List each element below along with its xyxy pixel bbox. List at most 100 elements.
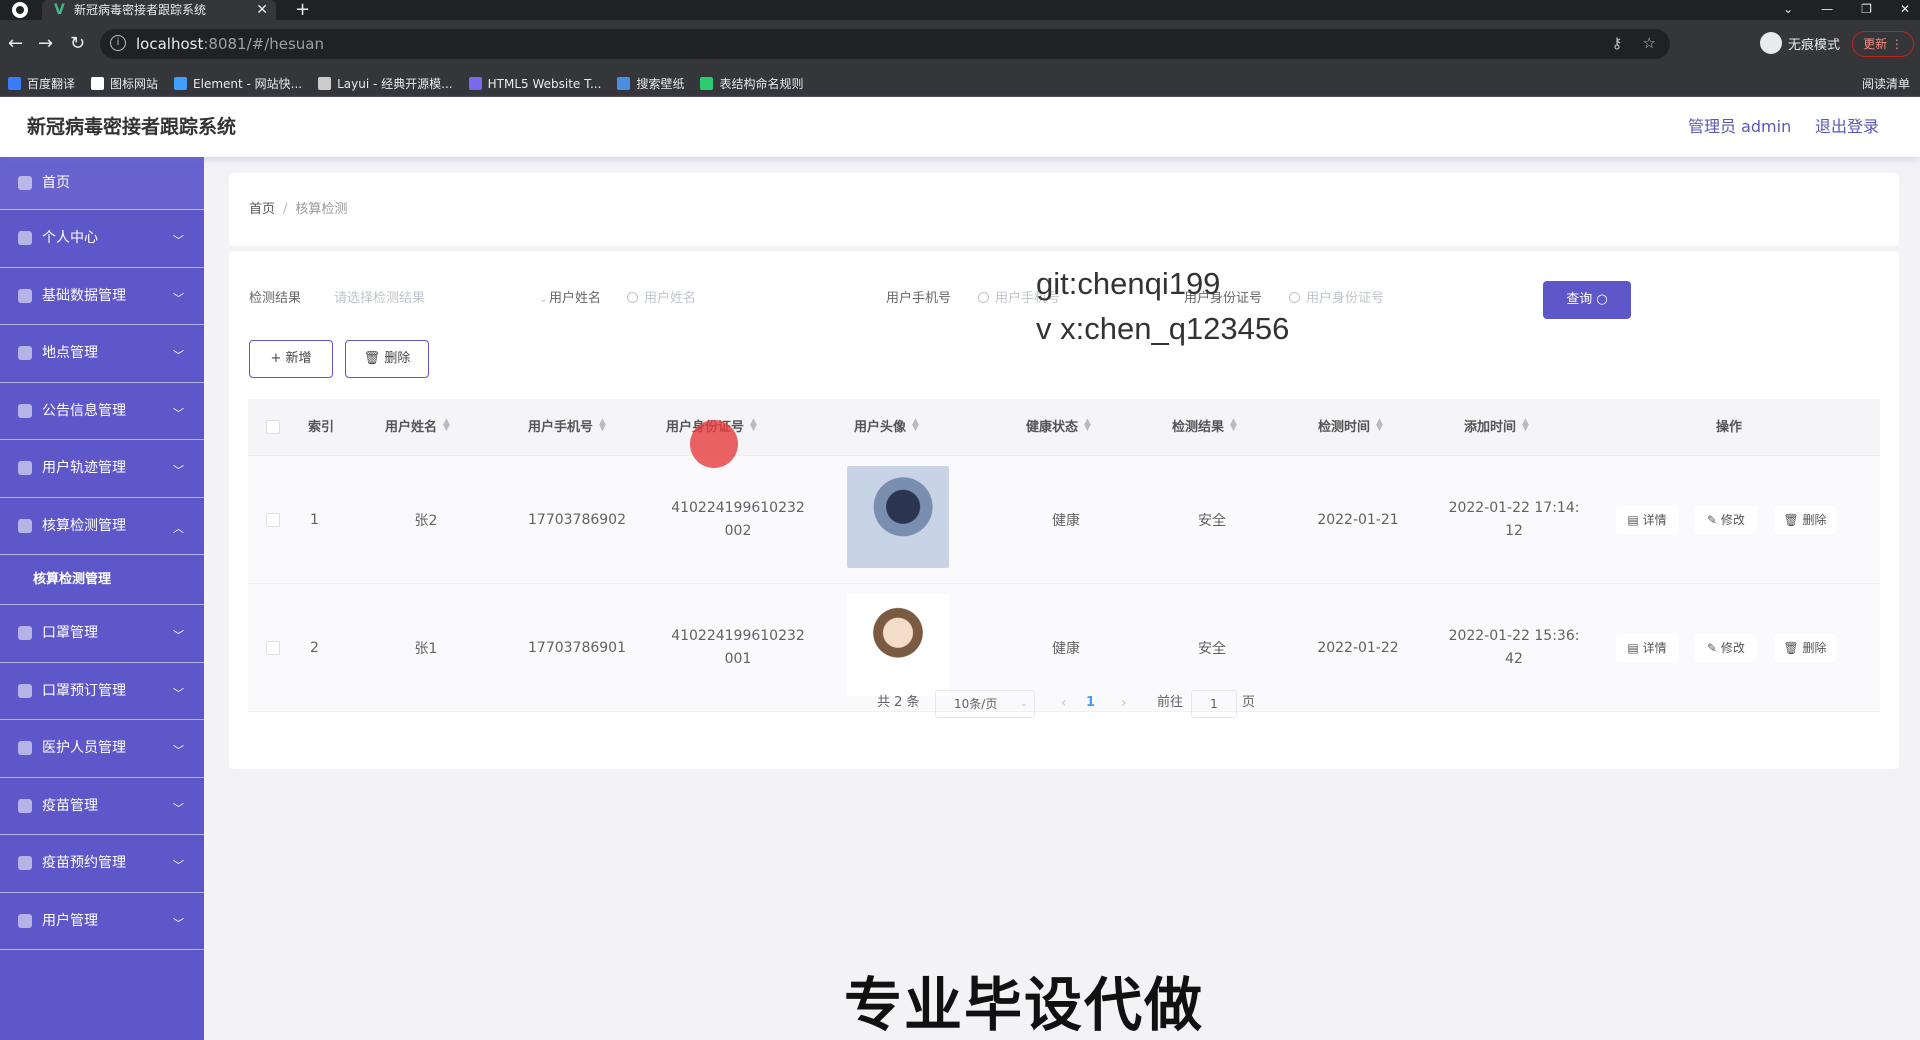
delete-button[interactable]: 🗑 删除: [345, 340, 429, 378]
sort-icon[interactable]: ▲ ▼: [443, 418, 450, 433]
delete-row-button[interactable]: 🗑 删除: [1774, 506, 1836, 534]
idcard-input[interactable]: 用户身份证号: [1289, 281, 1384, 317]
sidebar-item-10[interactable]: 医护人员管理 ﹀: [0, 720, 204, 778]
sidebar-item-label: 核算检测管理: [33, 572, 112, 587]
prev-page-icon[interactable]: ‹: [1061, 683, 1067, 723]
name-input[interactable]: 用户姓名: [627, 281, 696, 317]
sidebar-item-6[interactable]: 核算检测管理 ︿: [0, 498, 204, 555]
trash-icon: 🗑: [1783, 513, 1803, 527]
row-checkbox[interactable]: [266, 641, 280, 655]
document-icon: ▤: [1627, 641, 1643, 655]
reading-list-button[interactable]: 阅读清单: [1862, 71, 1910, 97]
site-info-icon[interactable]: i: [110, 35, 126, 51]
close-tab-icon[interactable]: ✕: [256, 0, 268, 20]
data-table: 索引 用户姓名▲▼ 用户手机号▲▼ 用户身份证号▲▼ 用户头像▲▼ 健康状态▲▼…: [248, 399, 1880, 712]
app-title: 新冠病毒密接者跟踪系统: [27, 116, 237, 138]
minimize-icon[interactable]: —: [1821, 0, 1833, 18]
sidebar-item-13[interactable]: 用户管理 ﹀: [0, 893, 204, 950]
next-page-icon[interactable]: ›: [1121, 683, 1127, 723]
chevron-down-icon: ﹀: [173, 629, 184, 643]
mask-icon: [18, 626, 32, 641]
th-avatar[interactable]: 用户头像 ▲ ▼: [854, 399, 919, 456]
goto-label: 前往: [1157, 695, 1184, 710]
query-button[interactable]: 查询 ○: [1543, 281, 1631, 319]
page-size-select[interactable]: 10条/页 ⌄: [935, 690, 1035, 718]
sort-icon[interactable]: ▲ ▼: [1084, 418, 1091, 433]
bookmark-item[interactable]: Element - 网站快...: [174, 75, 302, 92]
bookmark-item[interactable]: 表结构命名规则: [700, 75, 803, 92]
bookmark-item[interactable]: 搜索壁纸: [617, 75, 684, 92]
sort-icon[interactable]: ▲ ▼: [599, 418, 606, 433]
window-close-icon[interactable]: ✕: [1900, 0, 1910, 18]
sidebar-item-1[interactable]: 个人中心 ﹀: [0, 210, 204, 268]
sidebar-item-label: 地点管理: [42, 345, 98, 361]
reload-icon[interactable]: ↻: [70, 34, 85, 54]
th-test-time[interactable]: 检测时间 ▲ ▼: [1318, 399, 1383, 456]
sidebar-item-12[interactable]: 疫苗预约管理 ﹀: [0, 835, 204, 893]
add-button[interactable]: + 新增: [249, 340, 333, 378]
th-health[interactable]: 健康状态 ▲ ▼: [1026, 399, 1091, 456]
th-phone[interactable]: 用户手机号 ▲ ▼: [528, 399, 606, 456]
admin-label: 管理员 admin: [1688, 117, 1792, 136]
new-tab-button[interactable]: +: [295, 0, 310, 20]
edit-button[interactable]: ✎ 修改: [1695, 634, 1757, 662]
sidebar-item-9[interactable]: 口罩预订管理 ﹀: [0, 663, 204, 720]
goto-page-input[interactable]: 1: [1191, 690, 1237, 718]
th-result[interactable]: 检测结果 ▲ ▼: [1172, 399, 1237, 456]
sidebar-item-0[interactable]: 首页: [0, 157, 204, 210]
sort-icon[interactable]: ▲ ▼: [1522, 418, 1529, 433]
row-checkbox[interactable]: [266, 513, 280, 527]
sort-icon[interactable]: ▲ ▼: [750, 418, 757, 433]
user-avatar[interactable]: [847, 594, 949, 696]
current-page[interactable]: 1: [1086, 683, 1095, 723]
tab-search-icon[interactable]: ⌄: [1783, 0, 1793, 18]
delete-row-button-label: 删除: [1802, 641, 1827, 655]
update-button[interactable]: 更新 ⋮: [1852, 31, 1914, 57]
delete-row-button-label: 删除: [1802, 513, 1827, 527]
bookmark-item[interactable]: Layui - 经典开源模...: [318, 75, 453, 92]
flag-icon: [18, 518, 32, 533]
incognito-badge[interactable]: 无痕模式: [1760, 32, 1840, 54]
th-name[interactable]: 用户姓名 ▲ ▼: [385, 399, 450, 456]
restore-icon[interactable]: ❐: [1861, 0, 1872, 18]
bookmark-item[interactable]: 图标网站: [91, 75, 158, 92]
sidebar-item-label: 疫苗预约管理: [42, 855, 126, 871]
detail-button[interactable]: ▤ 详情: [1616, 634, 1678, 662]
browser-tab[interactable]: V 新冠病毒密接者跟踪系统 ✕: [42, 0, 276, 20]
key-icon[interactable]: ⚷: [1612, 34, 1623, 52]
tab-bar: V 新冠病毒密接者跟踪系统 ✕ + ⌄ — ❐ ✕: [0, 0, 1920, 20]
cell-add-time-line: 2022-01-22 17:14:: [1448, 500, 1580, 516]
sort-icon[interactable]: ▲ ▼: [1376, 418, 1383, 433]
edit-button[interactable]: ✎ 修改: [1695, 506, 1757, 534]
sidebar-item-2[interactable]: 基础数据管理 ﹀: [0, 268, 204, 325]
breadcrumb-home[interactable]: 首页: [249, 202, 275, 217]
chevron-down-icon: ﹀: [173, 349, 184, 363]
sidebar-subitem-hesuan[interactable]: 核算检测管理: [0, 555, 204, 605]
delete-row-button[interactable]: 🗑 删除: [1774, 634, 1836, 662]
sidebar-item-11[interactable]: 疫苗管理 ﹀: [0, 778, 204, 835]
sort-icon[interactable]: ▲ ▼: [912, 418, 919, 433]
address-bar[interactable]: i localhost:8081/#/hesuan ⚷ ☆: [100, 29, 1670, 59]
logout-link[interactable]: 退出登录: [1815, 97, 1879, 157]
url-text: localhost:8081/#/hesuan: [136, 35, 325, 53]
detail-button[interactable]: ▤ 详情: [1616, 506, 1678, 534]
bookmark-label: Layui - 经典开源模...: [337, 77, 453, 91]
pagination: 共 2 条 10条/页 ⌄ ‹ 1 › 前往 1 页: [229, 683, 1899, 723]
chrome-logo-icon: [12, 2, 28, 18]
result-select[interactable]: 请选择检测结果: [334, 281, 425, 317]
bookmark-icon: [174, 77, 188, 90]
th-add-time[interactable]: 添加时间 ▲ ▼: [1464, 399, 1529, 456]
user-avatar[interactable]: [847, 466, 949, 568]
back-icon[interactable]: ←: [8, 34, 23, 54]
sidebar-item-8[interactable]: 口罩管理 ﹀: [0, 605, 204, 663]
sort-icon[interactable]: ▲ ▼: [1230, 418, 1237, 433]
cell-index: 1: [310, 512, 319, 528]
sidebar-item-5[interactable]: 用户轨迹管理 ﹀: [0, 440, 204, 498]
bookmark-star-icon[interactable]: ☆: [1643, 34, 1656, 52]
select-all-checkbox[interactable]: [266, 420, 280, 434]
bookmark-item[interactable]: HTML5 Website T...: [468, 77, 601, 91]
sidebar-item-4[interactable]: 公告信息管理 ﹀: [0, 383, 204, 440]
forward-icon[interactable]: →: [38, 34, 53, 54]
sidebar-item-3[interactable]: 地点管理 ﹀: [0, 325, 204, 383]
bookmark-item[interactable]: 百度翻译: [8, 75, 75, 92]
